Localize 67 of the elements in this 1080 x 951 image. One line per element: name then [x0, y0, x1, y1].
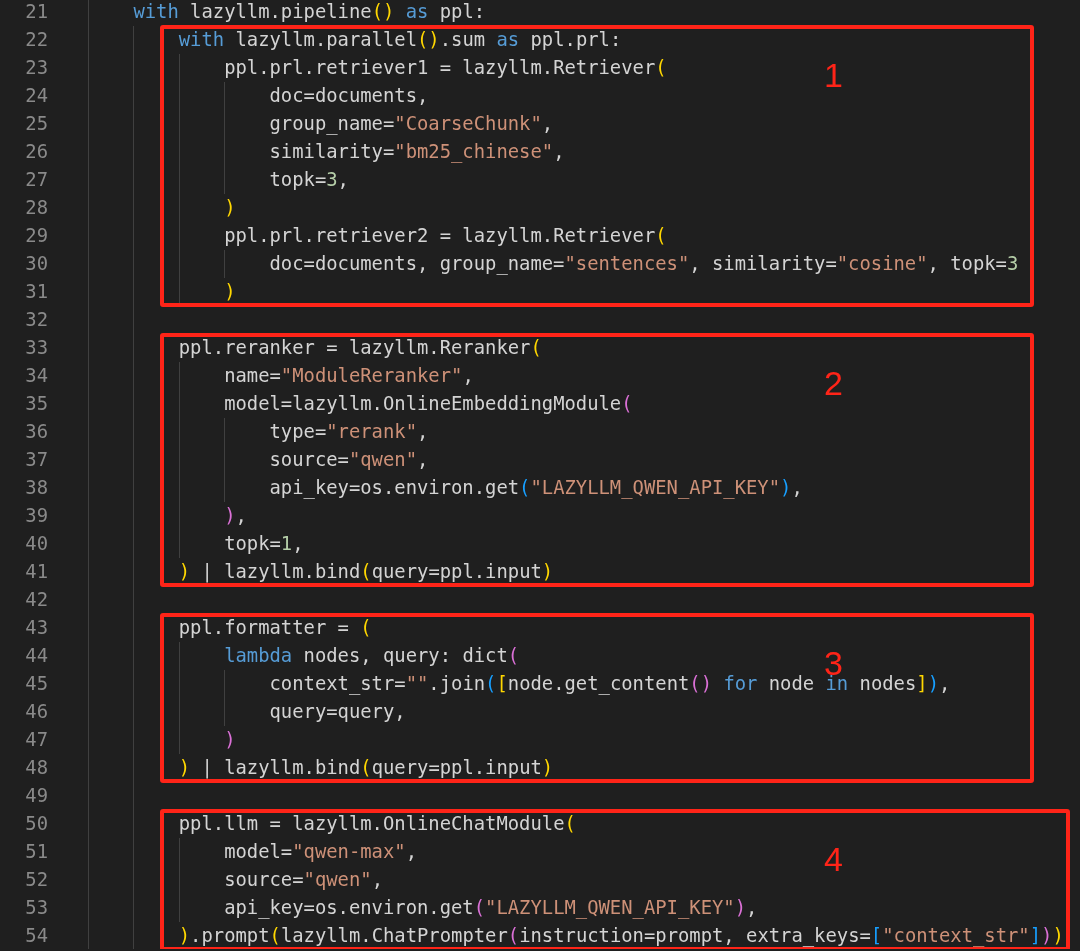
code-line: ppl.llm = lazyllm.OnlineChatModule( — [178, 812, 576, 836]
code-line: type="rerank", — [269, 420, 429, 444]
code-line: with lazyllm.parallel().sum as ppl.prl: — [178, 28, 622, 52]
code-line: ) — [224, 280, 236, 304]
annotation-number: 4 — [824, 841, 843, 877]
code-line: name="ModuleReranker", — [224, 364, 474, 388]
line-number: 29 — [24, 224, 49, 248]
code-line: group_name="CoarseChunk", — [269, 112, 554, 137]
line-number: 22 — [24, 28, 49, 52]
code-line: ) | lazyllm.bind(query=ppl.input) — [178, 560, 554, 585]
line-number: 49 — [24, 784, 49, 808]
line-number: 51 — [24, 840, 49, 864]
code-line: ) — [224, 728, 236, 752]
code-line: source="qwen", — [224, 868, 383, 892]
code-line: ), — [224, 504, 247, 528]
line-number: 43 — [24, 616, 49, 640]
code-line: doc=documents, — [269, 84, 429, 108]
code-line: ppl.reranker = lazyllm.Reranker( — [178, 336, 542, 360]
code-line: doc=documents, group_name="sentences", similarity="cosine", topk=3 — [269, 252, 1019, 277]
code-line: query=query, — [269, 700, 406, 724]
annotation-number: 2 — [824, 365, 843, 401]
line-number: 30 — [24, 252, 49, 276]
code-line: ppl.prl.retriever2 = lazyllm.Retriever( — [224, 224, 667, 248]
line-number: 23 — [24, 56, 49, 80]
line-number: 47 — [24, 728, 49, 752]
line-number: 24 — [24, 84, 49, 108]
line-number: 48 — [24, 756, 49, 780]
line-number: 35 — [24, 392, 49, 416]
code-line: model=lazyllm.OnlineEmbeddingModule( — [224, 392, 633, 416]
line-number: 31 — [24, 280, 49, 304]
line-number: 39 — [24, 504, 49, 528]
code-line: lambda nodes, query: dict( — [224, 644, 520, 668]
line-number: 36 — [24, 420, 49, 444]
line-number: 25 — [24, 112, 49, 136]
line-number: 41 — [24, 560, 49, 584]
line-number: 27 — [24, 168, 49, 192]
code-line: ) — [224, 196, 236, 220]
line-number: 40 — [24, 532, 49, 556]
line-number: 38 — [24, 476, 49, 500]
line-number: 53 — [24, 896, 49, 920]
annotation-number: 1 — [824, 57, 843, 93]
code-line: source="qwen", — [269, 448, 429, 472]
code-line: api_key=os.environ.get("LAZYLLM_QWEN_API_KEY"), — [269, 476, 803, 501]
code-line: ppl.formatter = ( — [178, 616, 372, 640]
line-number: 34 — [24, 364, 49, 388]
code-line: topk=1, — [224, 532, 304, 556]
line-number: 44 — [24, 644, 49, 668]
line-number: 54 — [24, 924, 49, 948]
code-line: api_key=os.environ.get("LAZYLLM_QWEN_API_KEY"), — [224, 896, 758, 921]
line-number: 32 — [24, 308, 49, 332]
line-number: 45 — [24, 672, 49, 696]
line-number: 37 — [24, 448, 49, 472]
code-line: ) | lazyllm.bind(query=ppl.input) — [178, 756, 554, 781]
line-number: 26 — [24, 140, 49, 164]
code-line: similarity="bm25_chinese", — [269, 140, 565, 165]
line-number: 52 — [24, 868, 49, 892]
code-line: model="qwen-max", — [224, 840, 417, 864]
line-number: 21 — [24, 0, 49, 24]
line-number: 46 — [24, 700, 49, 724]
code-line: ppl.prl.retriever1 = lazyllm.Retriever( — [224, 56, 667, 80]
line-number: 28 — [24, 196, 49, 220]
line-number: 42 — [24, 588, 49, 612]
code-line: topk=3, — [269, 168, 349, 192]
line-number: 33 — [24, 336, 49, 360]
code-line: ).prompt(lazyllm.ChatPrompter(instruction=prompt, extra_keys=["context_str"])) — [178, 924, 1064, 949]
code-line: with lazyllm.pipeline() as ppl: — [133, 0, 486, 24]
line-number: 50 — [24, 812, 49, 836]
